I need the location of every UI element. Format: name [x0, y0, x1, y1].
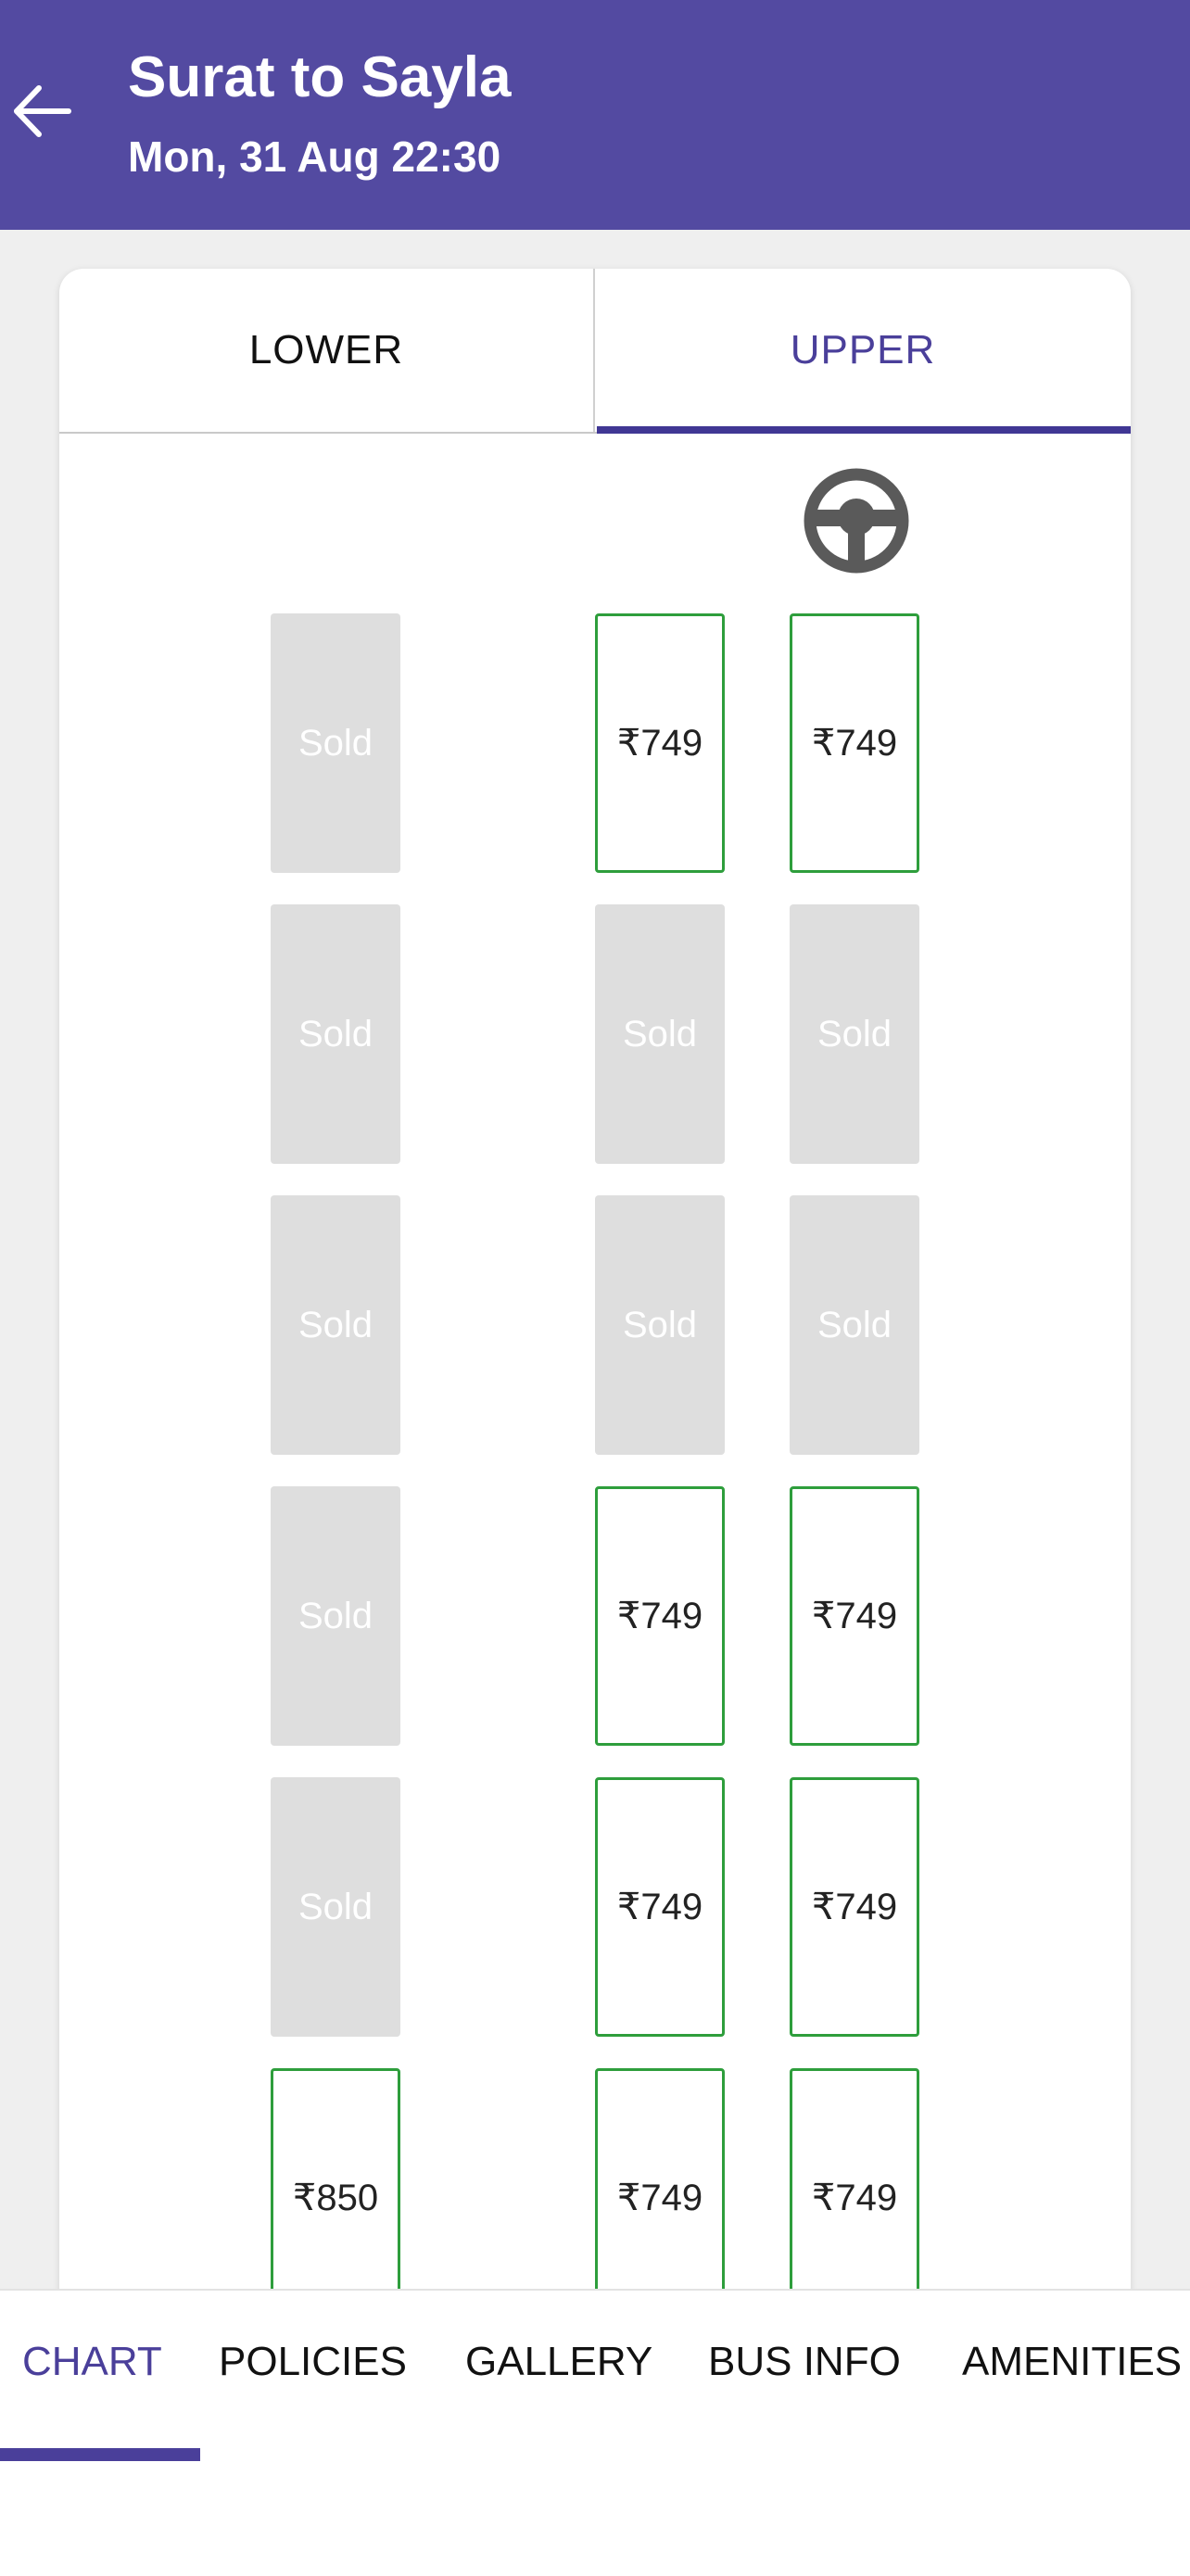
seat-available[interactable]: ₹850: [271, 2068, 400, 2307]
app-header: Surat to Sayla Mon, 31 Aug 22:30: [0, 0, 1190, 230]
tab-bus-info[interactable]: BUS INFO: [708, 2339, 901, 2385]
seat-available[interactable]: ₹749: [595, 613, 725, 873]
selected-tab-indicator: [597, 426, 1131, 434]
seat-layout-card: LOWER UPPER Sold Sold Sold Sold Sold ₹850 ₹749…: [59, 269, 1131, 2307]
seat-sold: Sold: [595, 904, 725, 1164]
seat-sold: Sold: [595, 1195, 725, 1455]
seat-available[interactable]: ₹749: [595, 2068, 725, 2307]
seat-sold: Sold: [271, 1777, 400, 2037]
seat-available[interactable]: ₹749: [595, 1777, 725, 2037]
tab-gallery[interactable]: GALLERY: [465, 2339, 652, 2385]
deck-tabs: LOWER UPPER: [59, 269, 1131, 434]
steering-wheel-icon: [804, 468, 909, 574]
tab-lower-deck[interactable]: LOWER: [59, 269, 595, 432]
arrow-left-icon: [14, 85, 71, 137]
back-button[interactable]: [0, 65, 83, 158]
seat-available[interactable]: ₹749: [790, 613, 919, 873]
seat-sold: Sold: [790, 904, 919, 1164]
selected-tab-indicator: [0, 2448, 200, 2461]
tab-amenities[interactable]: AMENITIES: [962, 2339, 1182, 2385]
tab-policies[interactable]: POLICIES: [219, 2339, 407, 2385]
seat-sold: Sold: [271, 1195, 400, 1455]
seat-available[interactable]: ₹749: [595, 1486, 725, 1746]
tab-chart[interactable]: CHART: [22, 2339, 162, 2385]
journey-datetime: Mon, 31 Aug 22:30: [128, 133, 501, 181]
seat-available[interactable]: ₹749: [790, 2068, 919, 2307]
seat-sold: Sold: [271, 613, 400, 873]
tab-upper-deck[interactable]: UPPER: [595, 269, 1131, 432]
seat-sold: Sold: [790, 1195, 919, 1455]
route-title: Surat to Sayla: [128, 45, 512, 109]
seat-sold: Sold: [271, 904, 400, 1164]
bus-info-tabs: CHART POLICIES GALLERY BUS INFO AMENITIE…: [0, 2289, 1190, 2576]
seat-available[interactable]: ₹749: [790, 1486, 919, 1746]
seat-available[interactable]: ₹749: [790, 1777, 919, 2037]
seat-sold: Sold: [271, 1486, 400, 1746]
